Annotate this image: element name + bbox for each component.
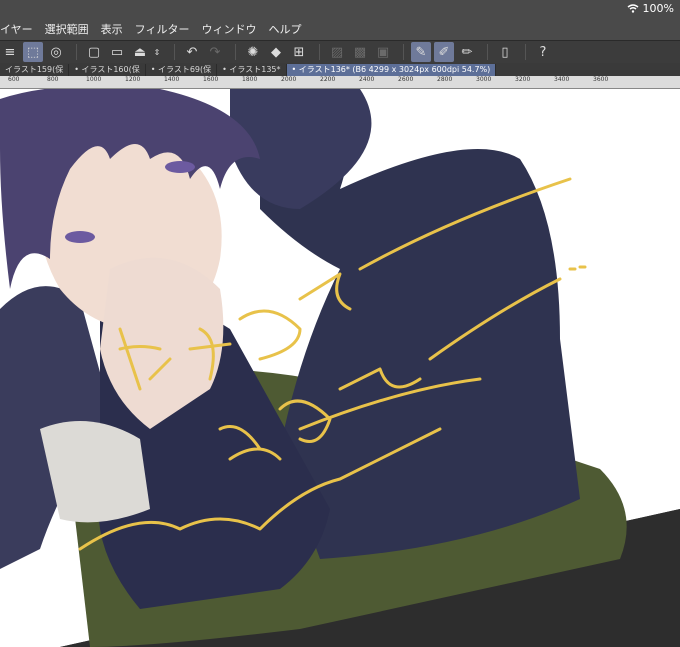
toolbar-divider xyxy=(319,44,320,60)
menu-filter[interactable]: フィルター xyxy=(135,21,190,37)
toolbar-divider xyxy=(174,44,175,60)
brush-icon[interactable]: ✐ xyxy=(434,42,454,62)
toolbar-divider xyxy=(76,44,77,60)
illustration-canvas[interactable] xyxy=(0,89,680,647)
help-icon[interactable]: ? xyxy=(533,42,553,62)
status-bar: 100% xyxy=(0,0,680,18)
tab-illust-160[interactable]: • イラスト160(保 xyxy=(69,64,146,76)
toolbar-divider xyxy=(403,44,404,60)
eraser-icon[interactable]: ✏ xyxy=(457,42,477,62)
toolbar-divider xyxy=(487,44,488,60)
selection-tool-icon[interactable]: ⬚ xyxy=(23,42,43,62)
ruler-label: 2400 xyxy=(359,76,375,83)
redo-icon[interactable]: ↷ xyxy=(205,42,225,62)
canvas-area[interactable] xyxy=(0,89,680,647)
phone-icon[interactable]: ▯ xyxy=(495,42,515,62)
menu-layer[interactable]: イヤー xyxy=(0,21,33,37)
menu-bar: イヤー 選択範囲 表示 フィルター ウィンドウ ヘルプ xyxy=(0,18,680,40)
toolbar-divider xyxy=(525,44,526,60)
transform-icon[interactable]: ⊞ xyxy=(289,42,309,62)
save-icon[interactable]: ⏏ xyxy=(130,42,150,62)
document-tabs: イラスト159(保 • イラスト160(保 • イラスト69(保 • イラスト1… xyxy=(0,63,680,76)
ruler-label: 2600 xyxy=(398,76,414,83)
battery-percent: 100% xyxy=(642,2,674,15)
ruler-label: 1600 xyxy=(203,76,219,83)
tab-illust-136[interactable]: • イラスト136* (B6 4299 x 3024px 600dpi 54.7… xyxy=(286,64,497,76)
toolbar-divider xyxy=(235,44,236,60)
undo-icon[interactable]: ↶ xyxy=(182,42,202,62)
menu-window[interactable]: ウィンドウ xyxy=(201,21,256,37)
menu-help[interactable]: ヘルプ xyxy=(268,21,301,37)
ruler-label: 3400 xyxy=(554,76,570,83)
pen-icon[interactable]: ✎ xyxy=(411,42,431,62)
tab-illust-159[interactable]: イラスト159(保 xyxy=(0,64,70,76)
tab-illust-135[interactable]: • イラスト135* xyxy=(217,64,287,76)
clear-icon[interactable]: ▨ xyxy=(327,42,347,62)
fill-icon[interactable]: ◆ xyxy=(266,42,286,62)
toolbar: ≡ ⬚ ◎ ▢ ▭ ⏏ ⇕ ↶ ↷ ✺ ◆ ⊞ ▨ ▩ ▣ ✎ ✐ ✏ ▯ ? xyxy=(0,40,680,63)
ruler-label: 3200 xyxy=(515,76,531,83)
crop-icon[interactable]: ▣ xyxy=(373,42,393,62)
horizontal-ruler[interactable]: 600 800 1000 1200 1400 1600 1800 2000 22… xyxy=(0,76,680,89)
new-canvas-icon[interactable]: ▢ xyxy=(84,42,104,62)
ruler-label: 1200 xyxy=(125,76,141,83)
ruler-label: 2000 xyxy=(281,76,297,83)
menu-view[interactable]: 表示 xyxy=(101,21,123,37)
ruler-label: 600 xyxy=(8,76,20,83)
ruler-label: 1400 xyxy=(164,76,180,83)
ruler-label: 1000 xyxy=(86,76,102,83)
ruler-label: 3600 xyxy=(593,76,609,83)
layer-icon[interactable]: ◎ xyxy=(46,42,66,62)
left-eye xyxy=(65,231,95,243)
ruler-label: 800 xyxy=(47,76,59,83)
wifi-icon xyxy=(627,4,639,13)
open-folder-icon[interactable]: ▭ xyxy=(107,42,127,62)
menu-icon[interactable]: ≡ xyxy=(0,42,20,62)
status-right: 100% xyxy=(627,2,674,15)
chevron-updown-icon[interactable]: ⇕ xyxy=(153,42,161,62)
right-eye xyxy=(165,161,195,173)
ruler-label: 1800 xyxy=(242,76,258,83)
ruler-label: 2800 xyxy=(437,76,453,83)
ruler-label: 2200 xyxy=(320,76,336,83)
fill-selection-icon[interactable]: ▩ xyxy=(350,42,370,62)
menu-selection[interactable]: 選択範囲 xyxy=(45,21,89,37)
spinner-icon[interactable]: ✺ xyxy=(243,42,263,62)
tab-illust-69[interactable]: • イラスト69(保 xyxy=(146,64,218,76)
ruler-label: 3000 xyxy=(476,76,492,83)
